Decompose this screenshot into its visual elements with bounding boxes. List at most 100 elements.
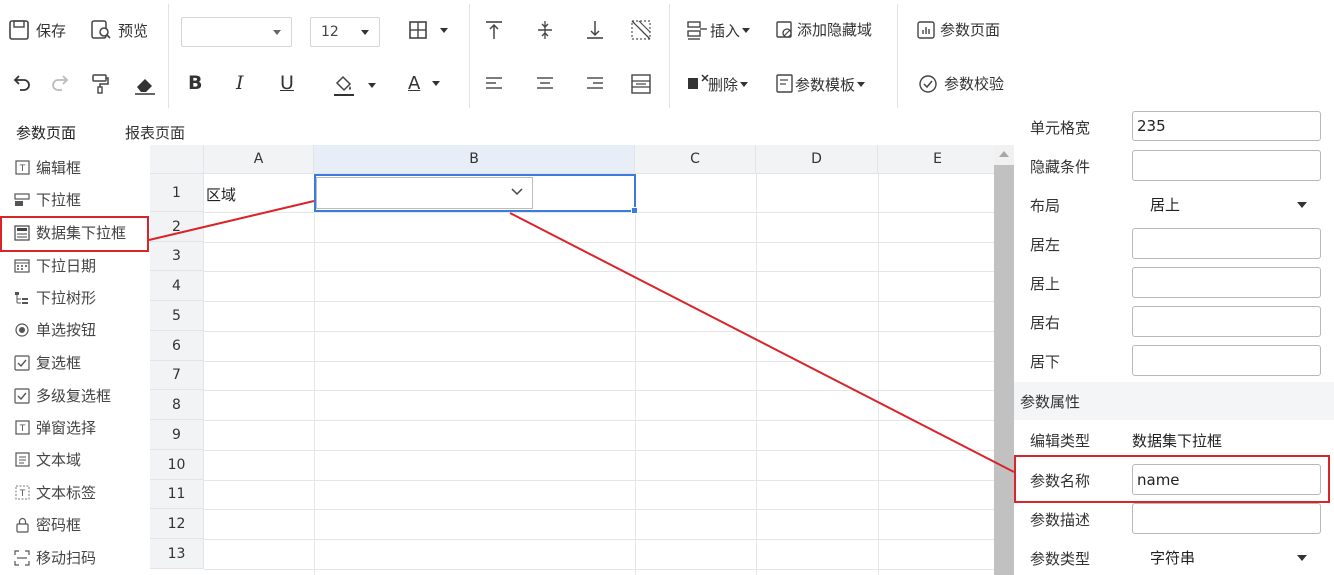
font-color-button[interactable]: A [408, 73, 441, 94]
grid-line [204, 271, 994, 272]
font-size-value: 12 [321, 24, 339, 40]
cell-a1[interactable]: 区域 [206, 184, 236, 205]
underline-button[interactable]: U [280, 72, 294, 94]
row-header[interactable]: 13 [150, 539, 204, 569]
widget-item[interactable]: T 编辑框 [14, 157, 81, 178]
widget-item[interactable]: 下拉日期 [14, 255, 96, 276]
widget-item[interactable]: 下拉框 [14, 189, 81, 210]
row-header[interactable]: 6 [150, 331, 204, 361]
widget-label: 编辑框 [36, 159, 82, 177]
left-input[interactable] [1132, 228, 1321, 259]
row-header[interactable]: 1 [150, 174, 204, 212]
align-top-button[interactable] [484, 19, 504, 41]
top-input[interactable] [1132, 267, 1321, 298]
tab-param-page[interactable]: 参数页面 [16, 122, 76, 143]
font-family-select[interactable] [181, 17, 292, 47]
column-header[interactable]: B [314, 145, 635, 174]
fill-color-button[interactable] [332, 73, 376, 97]
scrollbar-thumb[interactable] [994, 165, 1014, 575]
chevron-down-icon [1297, 201, 1307, 208]
paint-bucket-icon [334, 75, 354, 96]
param-check-button[interactable]: 参数校验 [918, 73, 1004, 94]
widget-item[interactable]: 多级复选框 [14, 385, 111, 406]
align-right-button[interactable] [585, 75, 605, 93]
row-header[interactable]: 9 [150, 420, 204, 450]
redo-button[interactable] [50, 74, 72, 94]
widget-item[interactable]: 文本域 [14, 449, 81, 470]
spreadsheet-grid[interactable]: A B C D E 1 2 3 4 5 6 7 8 9 10 11 12 13 … [150, 145, 994, 575]
hidden-condition-input[interactable] [1132, 150, 1321, 181]
widget-item[interactable]: T 文本标签 [14, 482, 96, 503]
bottom-input[interactable] [1132, 345, 1321, 376]
widget-label: 复选框 [36, 354, 82, 372]
insert-row-icon [687, 21, 707, 40]
save-icon [9, 20, 29, 40]
widget-item[interactable]: T 弹窗选择 [14, 417, 96, 438]
row-header[interactable]: 2 [150, 212, 204, 242]
textarea-icon [14, 452, 30, 468]
scroll-up-icon[interactable] [999, 151, 1009, 157]
preview-button[interactable]: 预览 [90, 19, 148, 41]
align-center-button[interactable] [535, 75, 555, 93]
text-label-icon: T [14, 485, 30, 501]
align-middle-button[interactable] [535, 19, 555, 41]
widget-label: 多级复选框 [36, 387, 112, 405]
param-desc-input[interactable] [1132, 503, 1321, 534]
column-header[interactable]: E [878, 145, 994, 174]
diagonal-button[interactable] [630, 19, 652, 41]
vertical-scrollbar[interactable] [994, 145, 1014, 575]
format-painter-button[interactable] [90, 73, 110, 95]
right-input[interactable] [1132, 306, 1321, 337]
widget-item[interactable]: 密码框 [14, 514, 81, 535]
row-header[interactable]: 10 [150, 450, 204, 480]
param-type-select[interactable]: 字符串 [1132, 542, 1321, 573]
align-left-icon [486, 77, 502, 89]
column-header[interactable]: D [756, 145, 878, 174]
param-page-label: 参数页面 [940, 21, 1001, 39]
border-button[interactable] [408, 20, 448, 40]
align-left-button[interactable] [484, 75, 504, 93]
add-hidden-region-button[interactable]: 添加隐藏域 [775, 19, 872, 40]
param-template-button[interactable]: 参数模板 [775, 73, 866, 95]
delete-button[interactable]: 删除 [686, 73, 749, 95]
selected-cell-b1[interactable] [314, 174, 636, 212]
param-page-button[interactable]: 参数页面 [916, 19, 1000, 40]
column-header[interactable]: C [635, 145, 756, 174]
undo-button[interactable] [10, 74, 32, 94]
widget-item[interactable]: 移动扫码 [14, 547, 96, 568]
layout-select[interactable]: 居上 [1132, 189, 1321, 220]
save-button[interactable]: 保存 [8, 19, 66, 41]
merge-cells-button[interactable] [630, 73, 652, 95]
widget-item[interactable]: 复选框 [14, 352, 81, 373]
param-page-icon [917, 20, 935, 39]
row-header[interactable]: 11 [150, 480, 204, 509]
annotation-box-param-name [1014, 455, 1330, 503]
section-title: 参数属性 [1020, 392, 1081, 411]
widget-item[interactable]: 单选按钮 [14, 319, 96, 340]
widget-item[interactable]: 下拉树形 [14, 287, 96, 308]
font-size-select[interactable]: 12 [310, 17, 380, 47]
cell-width-input[interactable]: 235 [1132, 111, 1321, 141]
italic-button[interactable]: I [236, 72, 244, 94]
bottom-label: 居下 [1030, 353, 1061, 371]
row-header[interactable]: 7 [150, 361, 204, 390]
row-header[interactable]: 8 [150, 390, 204, 420]
align-bottom-button[interactable] [585, 19, 605, 41]
chevron-down-icon [740, 81, 749, 87]
row-header[interactable]: 3 [150, 242, 204, 271]
tab-report-page[interactable]: 报表页面 [125, 122, 185, 143]
chevron-down-icon [368, 82, 376, 88]
checkbox-icon [14, 354, 30, 371]
layout-label: 布局 [1030, 197, 1061, 215]
row-header[interactable]: 12 [150, 509, 204, 539]
bold-icon: B [188, 72, 203, 94]
clear-format-button[interactable] [133, 74, 157, 96]
row-header[interactable]: 4 [150, 271, 204, 301]
fill-handle[interactable] [631, 207, 638, 214]
row-header[interactable]: 5 [150, 301, 204, 331]
bold-button[interactable]: B [188, 72, 202, 94]
widget-label: 文本域 [36, 451, 82, 469]
insert-button[interactable]: 插入 [686, 19, 751, 41]
corner-header[interactable] [150, 145, 204, 174]
column-header[interactable]: A [204, 145, 314, 174]
